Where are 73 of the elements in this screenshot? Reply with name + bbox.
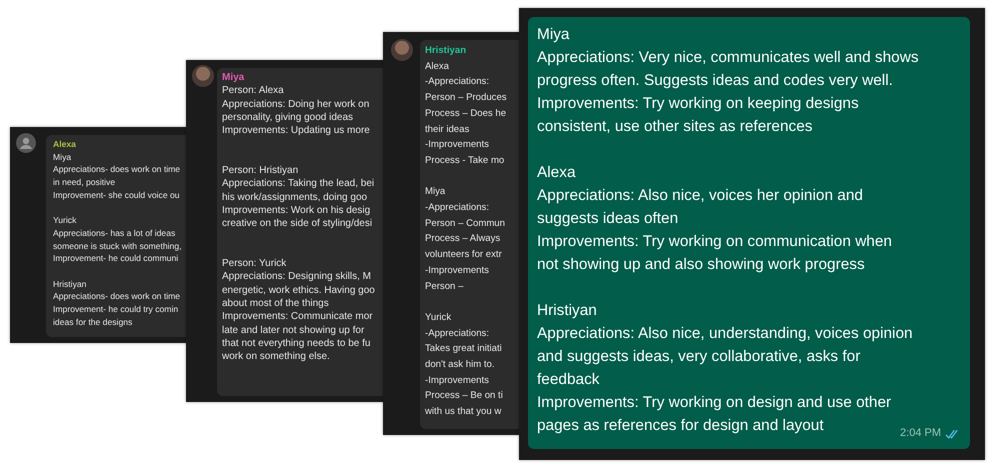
message-line: suggests ideas often <box>537 209 678 229</box>
message-line: volunteers for extr <box>425 248 502 262</box>
message-line: Improvement- he could try comin <box>53 303 178 316</box>
message-line: Appreciations- does work on time <box>53 163 180 176</box>
message-line: late and later not showing up for <box>222 324 364 337</box>
message-line: consistent, use other sites as references <box>537 117 812 137</box>
message-line: creative on the side of styling/desi <box>222 217 372 231</box>
message-line: Appreciations- has a lot of ideas <box>53 226 176 240</box>
message-line: their ideas <box>425 122 470 137</box>
message-line: Improvements: Try working on design and use other <box>537 393 892 413</box>
message-line: Improvement- he could communi <box>53 252 178 266</box>
message-line: Improvements: Try working on communication when <box>537 232 892 252</box>
message-line: Improvements: Updating us more <box>222 124 370 138</box>
avatar-icon <box>391 39 413 61</box>
sender-name: Hristiyan <box>425 44 466 58</box>
avatar-icon <box>16 133 36 153</box>
message-line: don't ask him to. <box>425 358 495 372</box>
message-line: Appreciations- does work on time <box>53 290 180 304</box>
message-line: progress often. Suggests ideas and codes very well. <box>537 71 893 91</box>
message-line: Person: Alexa <box>222 84 284 98</box>
message-line: ideas for the designs <box>53 316 132 329</box>
message-line: work on something else. <box>222 350 330 364</box>
message-line: feedback <box>537 370 600 390</box>
message-line: personality, giving good ideas <box>222 110 354 124</box>
message-line: Alexa <box>425 60 449 74</box>
message-line: that not everything needs to be fu <box>222 336 370 350</box>
message-line: Process – Does he <box>425 106 506 121</box>
message-line: Improvement- she could voice ou <box>53 188 180 202</box>
message-line: -Improvements <box>425 264 489 278</box>
message-line: Process – Always <box>425 232 500 246</box>
message-line: Alexa <box>537 163 576 183</box>
message-line: Appreciations: Doing her work on <box>222 98 370 111</box>
message-line: Appreciations: Very nice, communicates well and shows <box>537 48 919 68</box>
message-line: Person – Commun <box>425 216 505 231</box>
message-line: -Appreciations: <box>425 75 489 90</box>
message-line: -Improvements <box>425 374 489 388</box>
message-line: about most of the things <box>222 297 329 310</box>
sender-name: Alexa <box>53 138 76 151</box>
message-line: -Appreciations: <box>425 326 489 341</box>
message-line: Appreciations: Taking the lead, bei <box>222 177 374 191</box>
sender-name: Miya <box>222 71 244 84</box>
message-line: not showing up and also showing work progress <box>537 255 865 275</box>
message-line: Appreciations: Also nice, understanding, voices opinion <box>537 324 913 344</box>
message-line: Improvements: Communicate mor <box>222 310 373 324</box>
message-line: Hristiyan <box>53 278 86 290</box>
message-line: in need, positive <box>53 176 116 189</box>
message-line: Takes great initiati <box>425 342 502 356</box>
message-line: Appreciations: Designing skills, M <box>222 270 371 284</box>
message-line: Yurick <box>425 310 452 325</box>
message-line: energetic, work ethics. Having goo <box>222 284 375 298</box>
message-line: someone is stuck with something, <box>53 240 182 252</box>
message-line: Person: Hristiyan <box>222 164 298 178</box>
avatar-icon <box>192 65 214 87</box>
message-line: Process - Take mo <box>425 154 504 168</box>
message-line: pages as references for design and layout <box>537 416 824 436</box>
message-line: with us that you w <box>425 405 502 420</box>
message-line: Appreciations: Also nice, voices her opinion and <box>537 186 863 206</box>
message-line: his work/assignments, doing goo <box>222 190 368 204</box>
message-line: Improvements: Try working on keeping designs <box>537 94 859 114</box>
message-line: Person – <box>425 280 464 294</box>
message-line: Person – Produces <box>425 91 507 106</box>
message-line: -Appreciations: <box>425 201 489 216</box>
message-line: Miya <box>537 25 570 45</box>
message-line: -Improvements <box>425 138 489 152</box>
message-line: Yurick <box>53 214 76 227</box>
message-line: Miya <box>53 150 72 164</box>
message-time: 2:04 PM <box>900 426 941 441</box>
message-line: Person: Yurick <box>222 257 286 270</box>
message-line: Process – Be on ti <box>425 389 503 404</box>
message-line: Miya <box>425 185 446 200</box>
message-line: Improvements: Work on his desig <box>222 204 370 218</box>
message-line: Hristiyan <box>537 301 597 321</box>
message-line: and suggests ideas, very collaborative, asks for <box>537 347 860 367</box>
